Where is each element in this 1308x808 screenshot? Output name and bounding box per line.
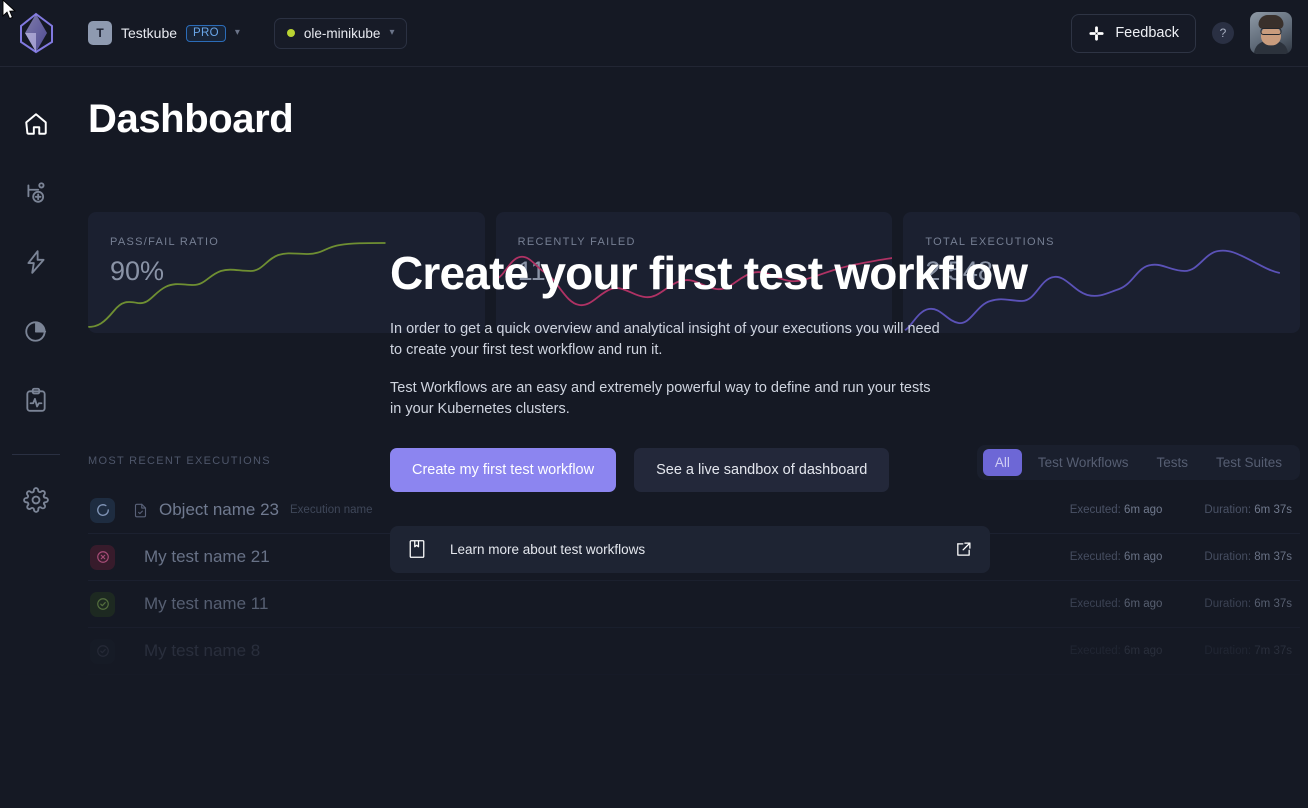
status-badge xyxy=(90,497,115,523)
duration-meta: Duration: 6m 37s xyxy=(1204,598,1292,610)
feedback-label: Feedback xyxy=(1115,25,1179,41)
passed-icon xyxy=(96,645,109,657)
duration-meta: Duration: 8m 37s xyxy=(1204,551,1292,563)
sidebar-item-triggers[interactable] xyxy=(13,239,59,285)
table-row[interactable]: My test name 8 Executed: 6m ago Duration… xyxy=(88,628,1300,675)
avatar-hair xyxy=(1258,15,1284,29)
hero-actions: Create my first test workflow See a live… xyxy=(390,447,990,492)
feedback-button[interactable]: Feedback xyxy=(1071,13,1196,53)
empty-state-hero: Create your first test workflow In order… xyxy=(390,247,1028,573)
chevron-down-icon[interactable]: ▾ xyxy=(389,28,394,38)
gear-icon xyxy=(23,487,49,513)
hero-title: Create your first test workflow xyxy=(390,247,1028,299)
page-title: Dashboard xyxy=(88,97,294,141)
plan-badge: PRO xyxy=(186,24,226,42)
learn-more-label: Learn more about test workflows xyxy=(450,541,646,557)
page-content: Dashboard PASS/FAIL RATIO 90% RECENTLY F… xyxy=(72,67,1308,808)
sidebar-item-home[interactable] xyxy=(13,101,59,147)
create-first-test-workflow-button[interactable]: Create my first test workflow xyxy=(390,447,617,492)
sidebar-item-test-workflows[interactable] xyxy=(13,170,59,216)
sidebar-divider xyxy=(12,454,60,455)
avatar-glasses xyxy=(1260,28,1282,35)
executed-meta: Executed: 6m ago xyxy=(1069,504,1163,516)
help-icon[interactable]: ? xyxy=(1212,22,1234,44)
lightning-icon xyxy=(27,250,45,274)
chevron-down-icon[interactable]: ▾ xyxy=(235,28,240,38)
status-badge xyxy=(90,591,115,617)
test-file-icon xyxy=(134,503,147,517)
execution-filter-tabs: All Test Workflows Tests Test Suites xyxy=(976,445,1300,480)
filter-tab-test-suites[interactable]: Test Suites xyxy=(1204,449,1294,476)
executed-meta: Executed: 6m ago xyxy=(1069,598,1163,610)
sidebar xyxy=(0,67,72,808)
execution-meta: Executed: 6m ago Duration: 6m 37s xyxy=(1070,504,1292,516)
app-root: T Testkube PRO ▾ ole-minikube ▾ Feedback… xyxy=(0,0,1308,808)
top-bar: T Testkube PRO ▾ ole-minikube ▾ Feedback… xyxy=(0,0,1308,67)
external-link-icon[interactable] xyxy=(955,541,972,558)
execution-name: My test name 21 xyxy=(144,547,270,566)
clipboard-health-icon xyxy=(26,387,46,412)
execution-meta: Executed: 6m ago Duration: 7m 37s xyxy=(1070,645,1292,657)
top-bar-actions: Feedback ? xyxy=(1071,12,1308,54)
status-badge xyxy=(90,544,115,570)
workflow-add-icon xyxy=(27,182,45,203)
sidebar-item-status-pages[interactable] xyxy=(13,377,59,423)
most-recent-executions-label: MOST RECENT EXECUTIONS xyxy=(88,455,271,467)
passed-icon xyxy=(96,598,109,610)
slack-icon xyxy=(1089,25,1104,41)
org-avatar: T xyxy=(88,21,112,45)
pie-chart-icon xyxy=(25,321,47,342)
execution-name: Object name 23 xyxy=(159,500,280,519)
failed-icon xyxy=(96,551,109,563)
status-dot-icon xyxy=(286,29,295,37)
execution-name: My test name 8 xyxy=(144,641,261,660)
status-badge xyxy=(90,638,115,664)
executed-meta: Executed: 6m ago xyxy=(1069,551,1163,563)
execution-subtitle: Execution name xyxy=(290,504,373,516)
sidebar-item-analytics[interactable] xyxy=(13,308,59,354)
execution-meta: Executed: 6m ago Duration: 8m 37s xyxy=(1070,551,1292,563)
executed-meta: Executed: 6m ago xyxy=(1069,645,1163,657)
organization-selector[interactable]: T Testkube PRO ▾ xyxy=(88,21,240,45)
environment-name: ole-minikube xyxy=(303,25,381,41)
live-sandbox-button[interactable]: See a live sandbox of dashboard xyxy=(634,447,890,492)
home-icon xyxy=(25,113,47,135)
learn-more-banner[interactable]: Learn more about test workflows xyxy=(390,525,990,573)
list-fade-overlay xyxy=(72,667,1308,808)
duration-meta: Duration: 7m 37s xyxy=(1204,645,1292,657)
table-row[interactable]: My test name 11 Executed: 6m ago Duratio… xyxy=(88,581,1300,628)
org-name: Testkube xyxy=(121,25,178,41)
sidebar-item-settings[interactable] xyxy=(13,477,59,523)
mouse-cursor xyxy=(2,0,17,20)
filter-tab-tests[interactable]: Tests xyxy=(1144,449,1200,476)
duration-meta: Duration: 6m 37s xyxy=(1204,504,1292,516)
book-icon xyxy=(409,540,425,558)
filter-tab-test-workflows[interactable]: Test Workflows xyxy=(1026,449,1141,476)
execution-name: My test name 11 xyxy=(144,594,269,613)
user-avatar[interactable] xyxy=(1250,12,1292,54)
hero-paragraph-2: Test Workflows are an easy and extremely… xyxy=(390,380,931,418)
spinner-icon xyxy=(96,504,109,516)
environment-selector[interactable]: ole-minikube ▾ xyxy=(273,17,408,49)
hero-paragraph-1: In order to get a quick overview and ana… xyxy=(390,321,940,358)
logo-icon xyxy=(20,12,53,54)
execution-meta: Executed: 6m ago Duration: 6m 37s xyxy=(1070,598,1292,610)
